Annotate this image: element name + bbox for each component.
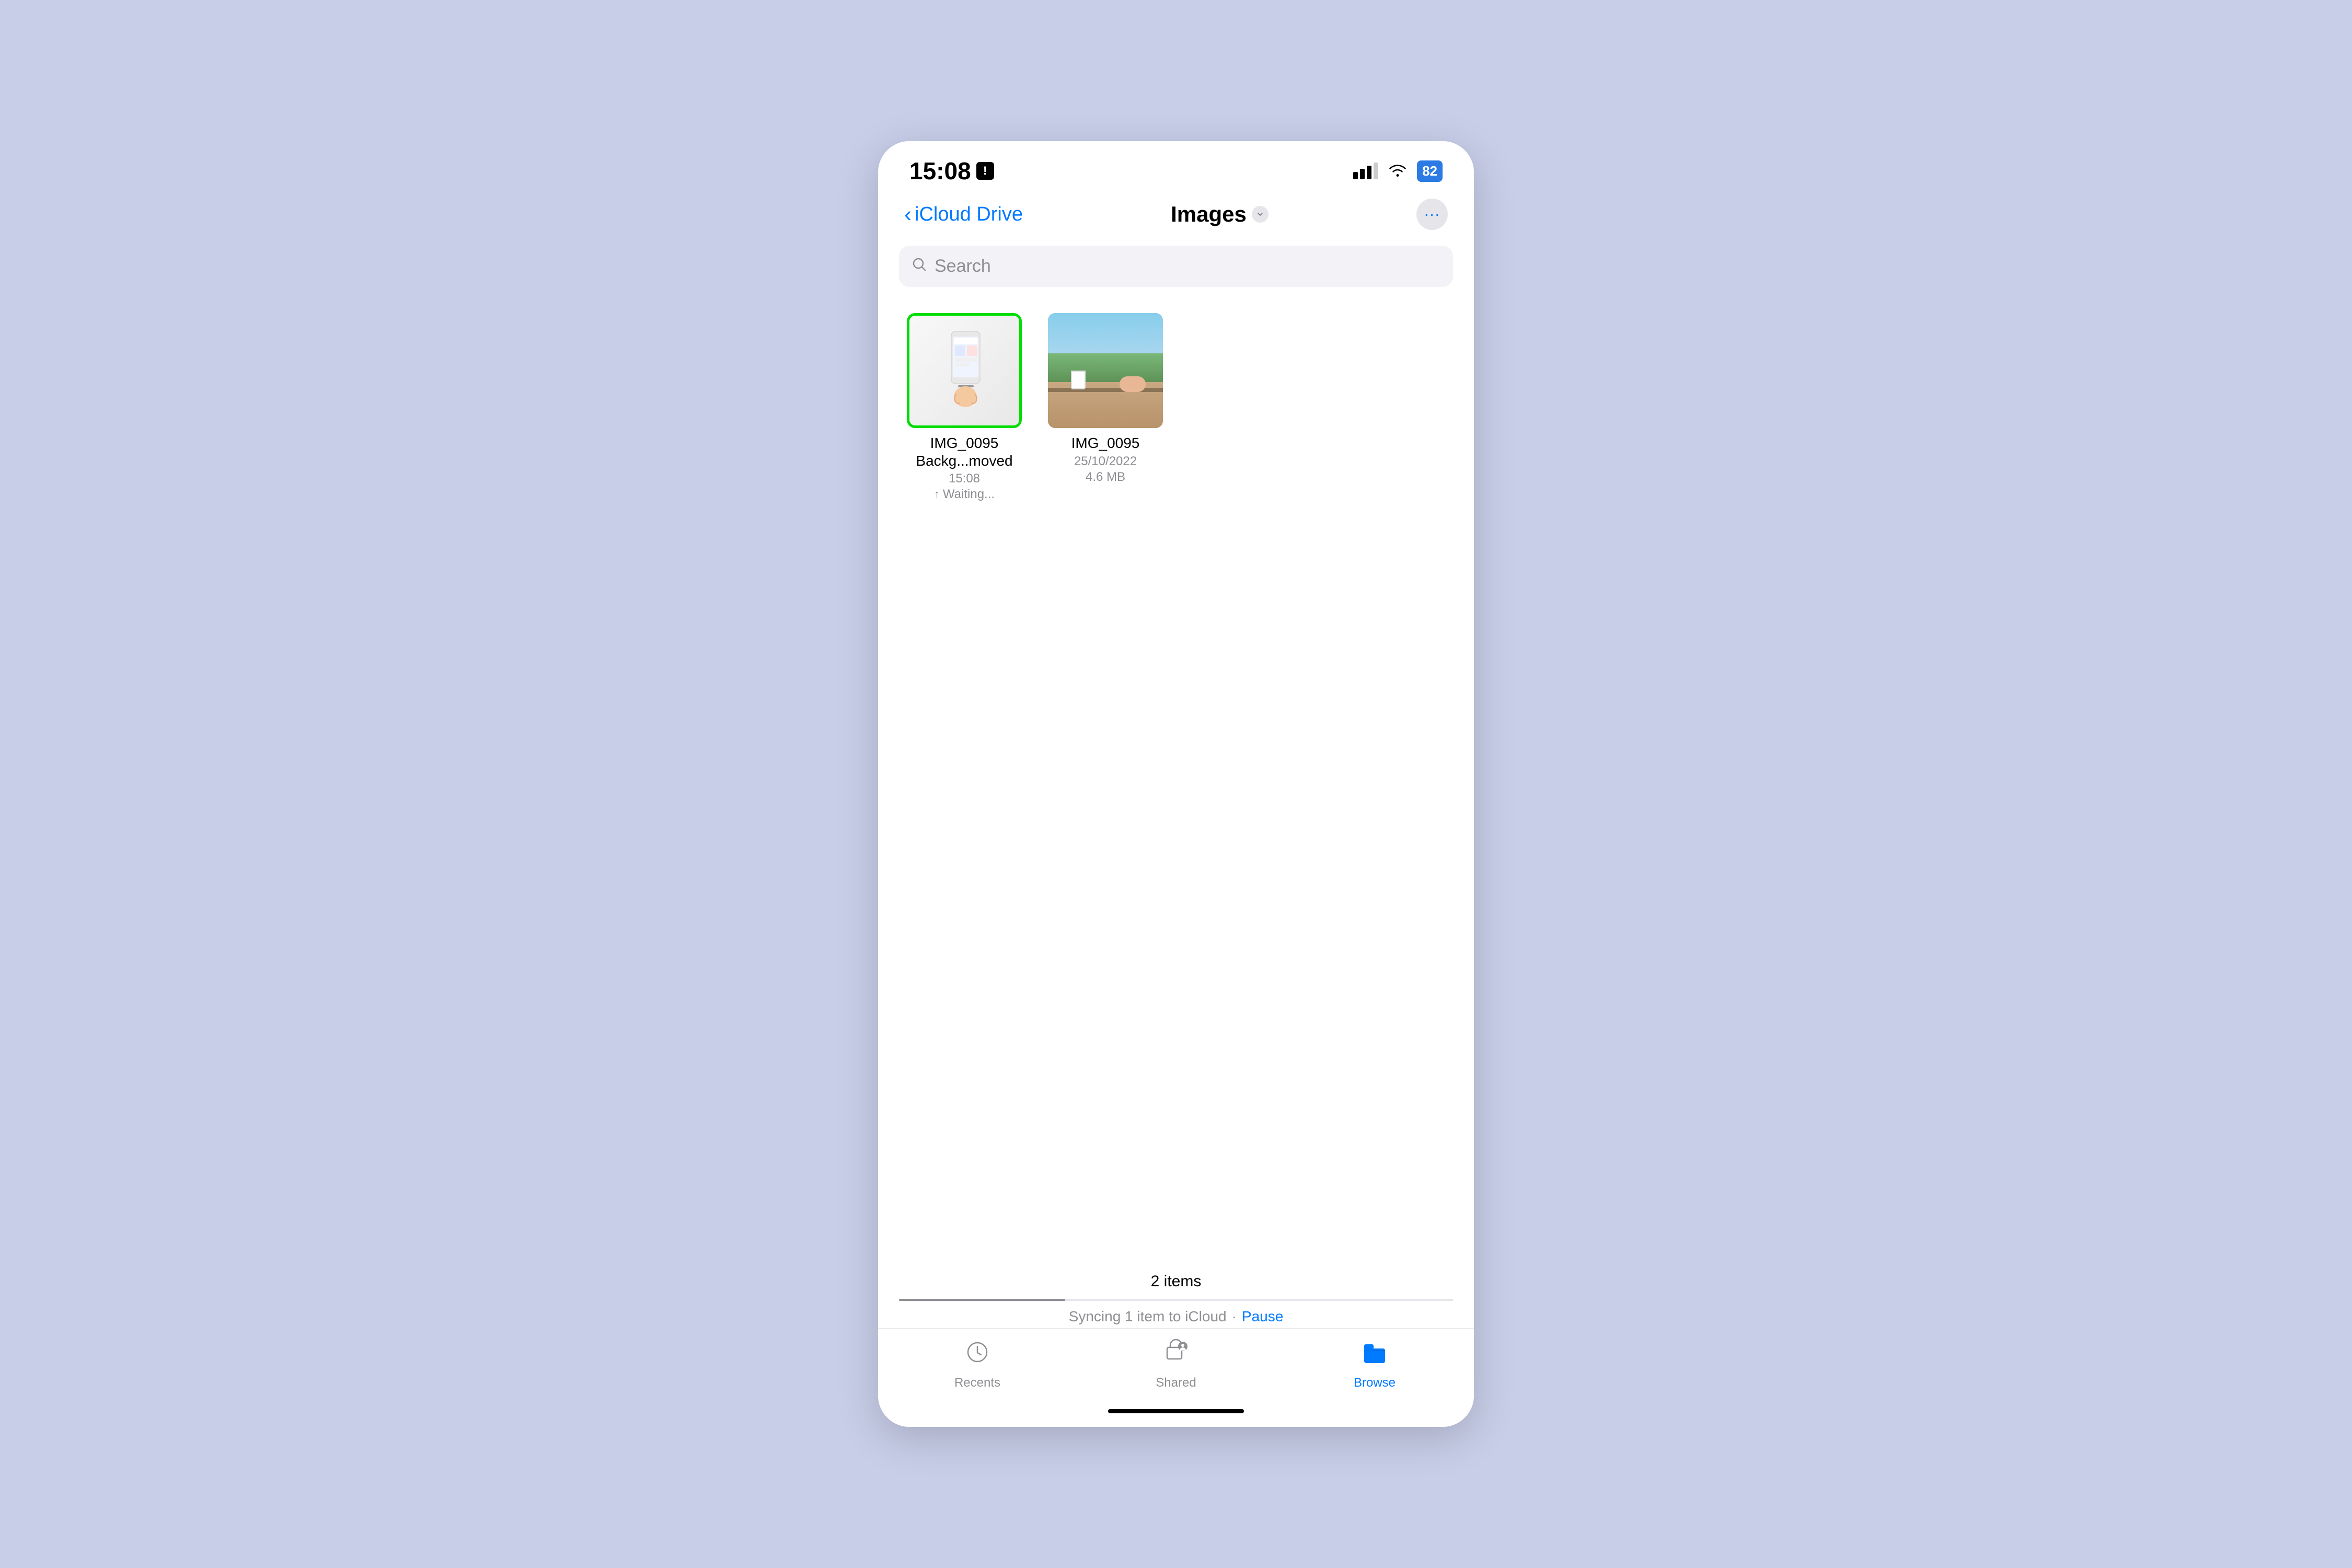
status-bar: 15:08 ! 82 xyxy=(878,141,1474,193)
file-subtitle-1: Backg...moved xyxy=(916,452,1012,470)
file-status-1: ↑ Waiting... xyxy=(934,487,995,502)
phone-screenshot-thumbnail xyxy=(909,313,1019,428)
back-chevron-icon: ‹ xyxy=(904,202,912,227)
browse-icon xyxy=(1362,1339,1388,1371)
navigation-bar: ‹ iCloud Drive Images ··· xyxy=(878,193,1474,240)
file-size-2: 4.6 MB xyxy=(1086,470,1125,485)
search-input[interactable]: Search xyxy=(935,256,991,276)
more-dots-icon: ··· xyxy=(1424,206,1440,223)
title-chevron-icon[interactable] xyxy=(1252,206,1269,223)
more-button[interactable]: ··· xyxy=(1416,199,1448,230)
home-indicator xyxy=(878,1396,1474,1427)
page-title: Images xyxy=(1171,202,1247,227)
file-name-2: IMG_0095 xyxy=(1071,434,1140,452)
tab-shared-label: Shared xyxy=(1156,1376,1196,1390)
alert-icon: ! xyxy=(976,162,994,180)
pause-button[interactable]: Pause xyxy=(1242,1308,1283,1325)
sync-progress-bar xyxy=(899,1299,1453,1301)
tab-shared[interactable]: Shared xyxy=(1124,1339,1228,1390)
recents-icon xyxy=(964,1339,990,1371)
back-label: iCloud Drive xyxy=(915,203,1023,226)
search-bar[interactable]: Search xyxy=(899,246,1453,287)
file-thumbnail-2 xyxy=(1048,313,1163,428)
items-count: 2 items xyxy=(899,1273,1453,1290)
file-thumbnail-1 xyxy=(907,313,1022,428)
file-date-2: 25/10/2022 xyxy=(1074,454,1137,469)
back-button[interactable]: ‹ iCloud Drive xyxy=(904,202,1023,227)
file-item-2[interactable]: IMG_0095 25/10/2022 4.6 MB xyxy=(1040,313,1171,502)
sync-status-text: Syncing 1 item to iCloud · Pause xyxy=(899,1308,1453,1325)
tab-browse[interactable]: Browse xyxy=(1322,1339,1427,1390)
upload-arrow-icon: ↑ xyxy=(934,488,940,501)
shared-icon xyxy=(1163,1339,1189,1371)
content-area: IMG_0095 Backg...moved 15:08 ↑ Waiting..… xyxy=(878,297,1474,1262)
signal-bars-icon xyxy=(1353,163,1378,179)
status-time: 15:08 ! xyxy=(909,157,994,185)
battery-icon: 82 xyxy=(1417,160,1443,182)
tab-recents-label: Recents xyxy=(954,1376,1000,1390)
bottom-status: 2 items Syncing 1 item to iCloud · Pause xyxy=(878,1262,1474,1328)
outdoor-photo-thumbnail xyxy=(1048,313,1163,428)
tab-browse-label: Browse xyxy=(1354,1376,1396,1390)
phone-screen: 15:08 ! 82 xyxy=(878,141,1474,1427)
search-container: Search xyxy=(878,240,1474,297)
file-name-1: IMG_0095 xyxy=(930,434,999,452)
file-grid: IMG_0095 Backg...moved 15:08 ↑ Waiting..… xyxy=(899,308,1453,507)
sync-progress-fill xyxy=(899,1299,1065,1301)
search-icon xyxy=(912,257,927,276)
wifi-icon xyxy=(1388,160,1408,182)
file-item-1[interactable]: IMG_0095 Backg...moved 15:08 ↑ Waiting..… xyxy=(899,313,1030,502)
status-right-icons: 82 xyxy=(1353,160,1443,182)
tab-recents[interactable]: Recents xyxy=(925,1339,1030,1390)
home-bar xyxy=(1108,1409,1244,1413)
file-time-1: 15:08 xyxy=(949,471,980,486)
nav-title-area: Images xyxy=(1171,202,1269,227)
tab-bar: Recents Shared xyxy=(878,1328,1474,1396)
